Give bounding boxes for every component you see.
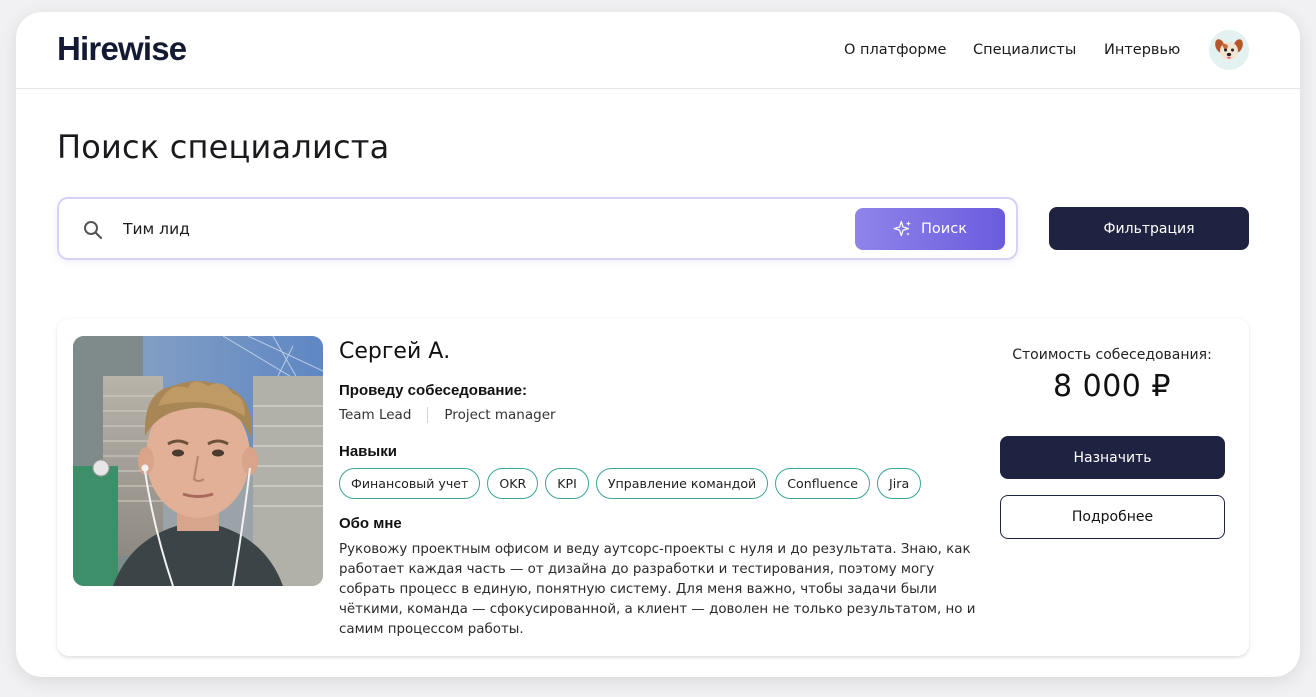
nav-item-specialists[interactable]: Специалисты [973, 42, 1076, 58]
interview-roles: Team Lead Project manager [339, 407, 556, 425]
about-label: Обо мне [339, 515, 402, 532]
page-title: Поиск специалиста [57, 128, 390, 166]
price-label: Стоимость собеседования: [1012, 347, 1212, 363]
details-button[interactable]: Подробнее [1000, 495, 1225, 539]
interview-roles-label: Проведу собеседование: [339, 382, 527, 399]
nav-item-interviews[interactable]: Интервью [1104, 42, 1180, 58]
search-icon [84, 221, 103, 240]
role-item: Project manager [444, 407, 556, 423]
assign-button[interactable]: Назначить [1000, 436, 1225, 479]
app-window: Hirewise О платформе Специалисты Интервь… [16, 12, 1300, 677]
search-input[interactable] [123, 213, 843, 245]
skill-tag: Jira [877, 468, 922, 499]
nav-item-platform[interactable]: О платформе [844, 42, 946, 58]
specialist-name[interactable]: Сергей А. [339, 339, 450, 364]
skill-tag: OKR [487, 468, 539, 499]
skill-tag: Финансовый учет [339, 468, 481, 499]
specialist-photo [73, 336, 323, 586]
dog-avatar-icon [1209, 30, 1249, 70]
main-nav: О платформе Специалисты Интервью [16, 42, 1300, 62]
skill-tag: Управление командой [595, 468, 769, 499]
role-divider [427, 407, 429, 423]
skill-tag: KPI [545, 468, 589, 499]
skill-tag: Confluence [775, 468, 871, 499]
search-bar: Поиск [57, 197, 1018, 260]
search-button[interactable]: Поиск [855, 208, 1005, 250]
interview-price: 8 000 ₽ [1052, 369, 1171, 404]
top-navigation: Hirewise О платформе Специалисты Интервь… [16, 12, 1300, 89]
skills-label: Навыки [339, 443, 397, 460]
portrait-image [73, 336, 323, 586]
user-avatar[interactable] [1209, 30, 1249, 70]
about-text: Руковожу проектным офисом и веду аутсорс… [339, 542, 976, 637]
filter-button[interactable]: Фильтрация [1049, 207, 1249, 250]
role-item: Team Lead [339, 407, 412, 423]
skills-list: Финансовый учет OKR KPI Управление командой… [339, 468, 928, 500]
search-button-label: Поиск [921, 221, 967, 237]
sparkle-icon [893, 220, 911, 237]
specialist-card: Сергей А. Проведу собеседование: Team Le… [57, 319, 1249, 656]
